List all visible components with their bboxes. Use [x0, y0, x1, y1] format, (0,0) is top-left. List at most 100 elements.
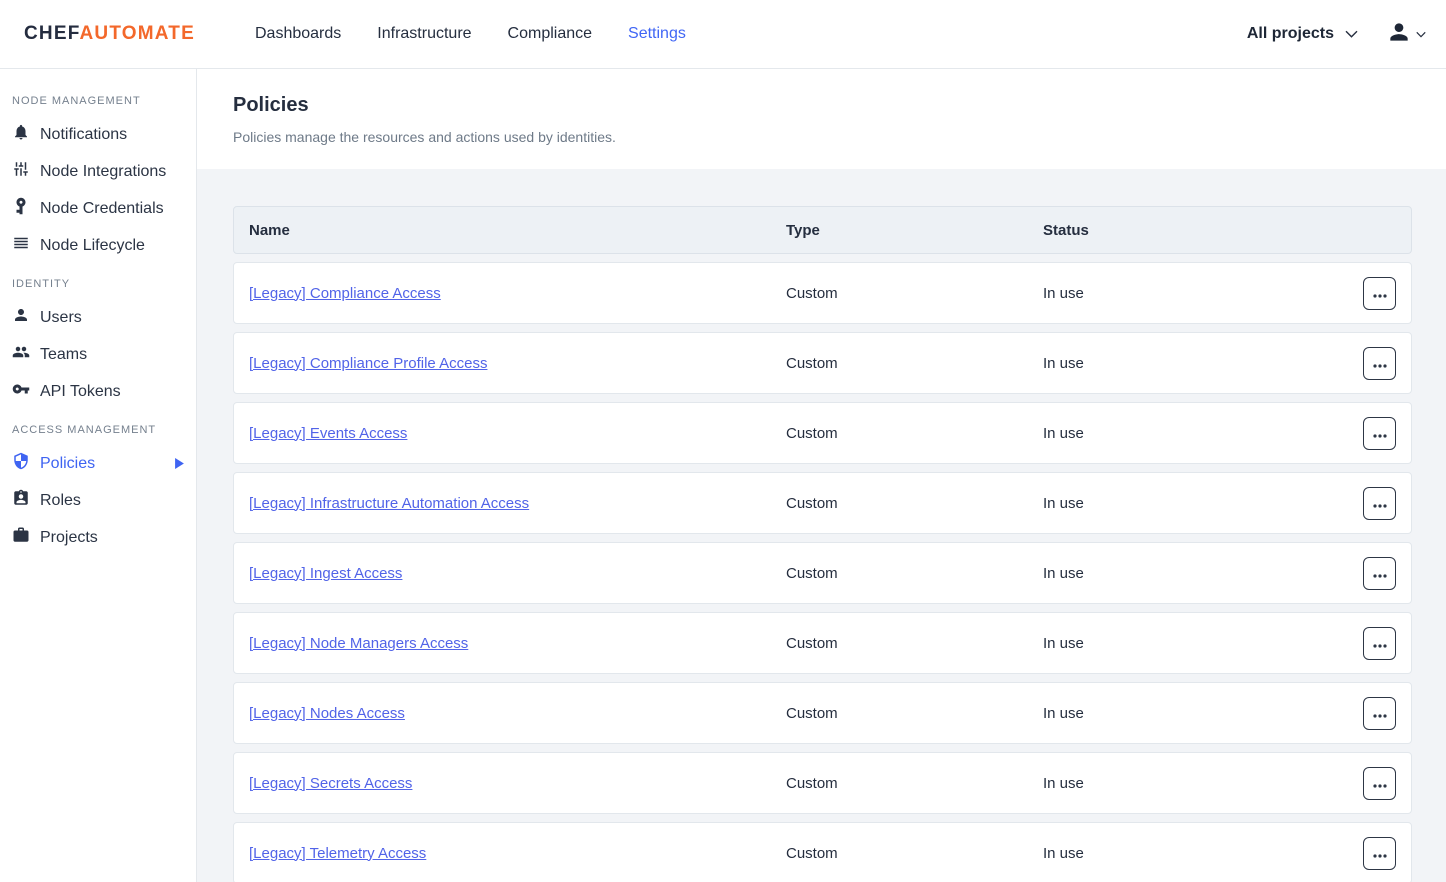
- policy-name-cell: [Legacy] Nodes Access: [234, 705, 786, 722]
- policy-status-cell: In use: [1043, 425, 1363, 442]
- sidebar-item-label: Node Lifecycle: [40, 237, 145, 255]
- row-menu-button[interactable]: [1363, 347, 1396, 380]
- sidebar-item-label: Notifications: [40, 126, 127, 144]
- nav-dashboards[interactable]: Dashboards: [255, 25, 341, 43]
- policy-name-link[interactable]: [Legacy] Node Managers Access: [249, 635, 468, 652]
- ellipsis-icon: [1373, 776, 1387, 791]
- policy-status-cell: In use: [1043, 635, 1363, 652]
- column-header-type: Type: [786, 222, 1043, 239]
- sidebar-item-node-lifecycle[interactable]: Node Lifecycle: [0, 227, 196, 264]
- policy-name-link[interactable]: [Legacy] Compliance Access: [249, 285, 441, 302]
- policy-status-cell: In use: [1043, 845, 1363, 862]
- table-row: [Legacy] Infrastructure Automation Acces…: [233, 472, 1412, 534]
- sidebar-item-node-integrations[interactable]: Node Integrations: [0, 153, 196, 190]
- ellipsis-icon: [1373, 566, 1387, 581]
- sidebar-item-label: Roles: [40, 492, 81, 510]
- policy-name-link[interactable]: [Legacy] Secrets Access: [249, 775, 412, 792]
- policy-type-cell: Custom: [786, 845, 1043, 862]
- policy-status-cell: In use: [1043, 495, 1363, 512]
- policy-name-link[interactable]: [Legacy] Infrastructure Automation Acces…: [249, 495, 529, 512]
- column-header-status: Status: [1043, 222, 1411, 239]
- policy-name-cell: [Legacy] Ingest Access: [234, 565, 786, 582]
- policy-name-cell: [Legacy] Events Access: [234, 425, 786, 442]
- row-menu-button[interactable]: [1363, 557, 1396, 590]
- table-row: [Legacy] Compliance Profile Access Custo…: [233, 332, 1412, 394]
- nav-settings[interactable]: Settings: [628, 25, 686, 43]
- row-menu-button[interactable]: [1363, 697, 1396, 730]
- ellipsis-icon: [1373, 426, 1387, 441]
- policy-name-link[interactable]: [Legacy] Ingest Access: [249, 565, 402, 582]
- policies-table: Name Type Status [Legacy] Compliance Acc…: [197, 169, 1446, 882]
- policy-status-cell: In use: [1043, 565, 1363, 582]
- sidebar-item-label: Policies: [40, 455, 95, 473]
- policy-name-cell: [Legacy] Telemetry Access: [234, 845, 786, 862]
- bell-icon: [12, 123, 30, 146]
- table-row: [Legacy] Events Access Custom In use: [233, 402, 1412, 464]
- user-avatar-icon: [1386, 19, 1412, 50]
- list-icon: [12, 234, 30, 257]
- policy-name-cell: [Legacy] Secrets Access: [234, 775, 786, 792]
- nav-compliance[interactable]: Compliance: [508, 25, 592, 43]
- sidebar-item-api-tokens[interactable]: API Tokens: [0, 373, 196, 410]
- sidebar-item-projects[interactable]: Projects: [0, 519, 196, 556]
- sidebar-item-teams[interactable]: Teams: [0, 336, 196, 373]
- settings-sidebar: NODE MANAGEMENT Notifications Node Integ…: [0, 69, 197, 882]
- chevron-down-icon: [1345, 25, 1358, 43]
- sidebar-item-users[interactable]: Users: [0, 299, 196, 336]
- sidebar-item-label: Node Integrations: [40, 163, 166, 181]
- page-description: Policies manage the resources and action…: [233, 129, 1410, 145]
- row-menu-button[interactable]: [1363, 767, 1396, 800]
- person-icon: [12, 306, 30, 329]
- sidebar-item-label: Teams: [40, 346, 87, 364]
- policy-name-link[interactable]: [Legacy] Nodes Access: [249, 705, 405, 722]
- sidebar-item-label: Users: [40, 309, 82, 327]
- projects-filter-dropdown[interactable]: All projects: [1247, 25, 1358, 43]
- policy-name-cell: [Legacy] Node Managers Access: [234, 635, 786, 652]
- shield-icon: [12, 452, 30, 475]
- policy-status-cell: In use: [1043, 705, 1363, 722]
- sidebar-item-node-credentials[interactable]: Node Credentials: [0, 190, 196, 227]
- row-menu-button[interactable]: [1363, 277, 1396, 310]
- policy-name-link[interactable]: [Legacy] Events Access: [249, 425, 407, 442]
- nav-infrastructure[interactable]: Infrastructure: [377, 25, 471, 43]
- triangle-right-icon: [175, 458, 184, 469]
- sidebar-item-label: Projects: [40, 529, 98, 547]
- sidebar-item-policies[interactable]: Policies: [0, 445, 196, 482]
- user-menu[interactable]: [1386, 19, 1426, 50]
- policy-name-cell: [Legacy] Compliance Access: [234, 285, 786, 302]
- policy-name-link[interactable]: [Legacy] Telemetry Access: [249, 845, 426, 862]
- table-body: [Legacy] Compliance Access Custom In use…: [233, 262, 1412, 882]
- sidebar-item-notifications[interactable]: Notifications: [0, 116, 196, 153]
- row-menu-button[interactable]: [1363, 487, 1396, 520]
- policy-type-cell: Custom: [786, 775, 1043, 792]
- main-content: Policies Policies manage the resources a…: [197, 69, 1446, 882]
- ellipsis-icon: [1373, 636, 1387, 651]
- sliders-icon: [12, 160, 30, 183]
- sidebar-section-identity: IDENTITY: [0, 264, 196, 299]
- sidebar-item-roles[interactable]: Roles: [0, 482, 196, 519]
- topbar-right: All projects: [1247, 19, 1426, 50]
- top-navigation: CHEFAUTOMATE Dashboards Infrastructure C…: [0, 0, 1446, 69]
- policy-type-cell: Custom: [786, 565, 1043, 582]
- table-row: [Legacy] Telemetry Access Custom In use: [233, 822, 1412, 882]
- ellipsis-icon: [1373, 496, 1387, 511]
- sidebar-item-label: Node Credentials: [40, 200, 164, 218]
- policy-name-cell: [Legacy] Compliance Profile Access: [234, 355, 786, 372]
- projects-filter-label: All projects: [1247, 25, 1334, 43]
- ellipsis-icon: [1373, 356, 1387, 371]
- table-row: [Legacy] Ingest Access Custom In use: [233, 542, 1412, 604]
- row-menu-button[interactable]: [1363, 627, 1396, 660]
- policy-status-cell: In use: [1043, 775, 1363, 792]
- sidebar-section-access-management: ACCESS MANAGEMENT: [0, 410, 196, 445]
- chef-automate-logo[interactable]: CHEFAUTOMATE: [24, 23, 195, 45]
- primary-nav: Dashboards Infrastructure Compliance Set…: [255, 25, 686, 43]
- policy-status-cell: In use: [1043, 355, 1363, 372]
- row-menu-button[interactable]: [1363, 417, 1396, 450]
- ellipsis-icon: [1373, 706, 1387, 721]
- logo-chef-text: CHEF: [24, 23, 79, 44]
- policy-name-link[interactable]: [Legacy] Compliance Profile Access: [249, 355, 487, 372]
- policy-type-cell: Custom: [786, 635, 1043, 652]
- row-menu-button[interactable]: [1363, 837, 1396, 870]
- table-row: [Legacy] Compliance Access Custom In use: [233, 262, 1412, 324]
- key-icon: [12, 380, 30, 403]
